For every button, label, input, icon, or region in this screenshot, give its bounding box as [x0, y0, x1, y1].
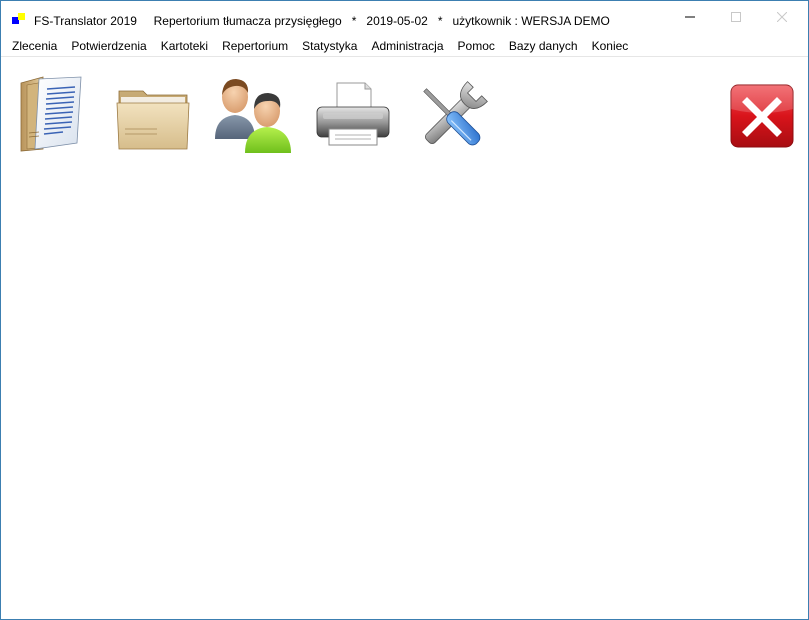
menu-bazy-danych[interactable]: Bazy danych: [502, 35, 585, 57]
user-name: WERSJA DEMO: [521, 14, 610, 28]
menu-bar: Zlecenia Potwierdzenia Kartoteki Reperto…: [1, 35, 808, 57]
app-subtitle: Repertorium tłumacza przysięgłego: [153, 14, 342, 28]
app-logo-icon: [12, 13, 25, 26]
menu-repertorium[interactable]: Repertorium: [215, 35, 295, 57]
settings-button[interactable]: [412, 77, 492, 161]
users-icon: [215, 79, 291, 153]
printer-icon: [316, 82, 390, 146]
menu-kartoteki[interactable]: Kartoteki: [154, 35, 215, 57]
exit-icon: [730, 84, 794, 148]
menu-pomoc[interactable]: Pomoc: [451, 35, 502, 57]
menu-administracja[interactable]: Administracja: [364, 35, 450, 57]
app-name: FS-Translator 2019: [34, 14, 137, 28]
folder-icon: [116, 90, 190, 150]
app-window: FS-Translator 2019 Repertorium tłumacza …: [0, 0, 809, 620]
menu-zlecenia[interactable]: Zlecenia: [1, 35, 64, 57]
maximize-icon: [731, 12, 741, 22]
folder-button[interactable]: [113, 75, 193, 159]
documents-button[interactable]: [17, 75, 97, 159]
menu-statystyka[interactable]: Statystyka: [295, 35, 364, 57]
minimize-icon: [685, 16, 695, 18]
menu-potwierdzenia[interactable]: Potwierdzenia: [64, 35, 153, 57]
title-bar[interactable]: FS-Translator 2019 Repertorium tłumacza …: [1, 1, 808, 33]
title-separator: *: [437, 14, 443, 28]
users-button[interactable]: [211, 73, 291, 157]
window-title: FS-Translator 2019 Repertorium tłumacza …: [34, 14, 610, 28]
print-button[interactable]: [313, 79, 393, 163]
current-date: 2019-05-02: [366, 14, 428, 28]
title-separator: *: [351, 14, 357, 28]
close-window-button[interactable]: [759, 1, 805, 33]
exit-button[interactable]: [729, 83, 797, 151]
toolbar: [1, 59, 808, 169]
user-label: użytkownik :: [452, 14, 518, 28]
tools-icon: [423, 81, 488, 146]
documents-icon: [20, 76, 82, 152]
menu-koniec[interactable]: Koniec: [585, 35, 636, 57]
close-icon: [777, 12, 787, 22]
maximize-button[interactable]: [713, 1, 759, 33]
minimize-button[interactable]: [667, 1, 713, 33]
